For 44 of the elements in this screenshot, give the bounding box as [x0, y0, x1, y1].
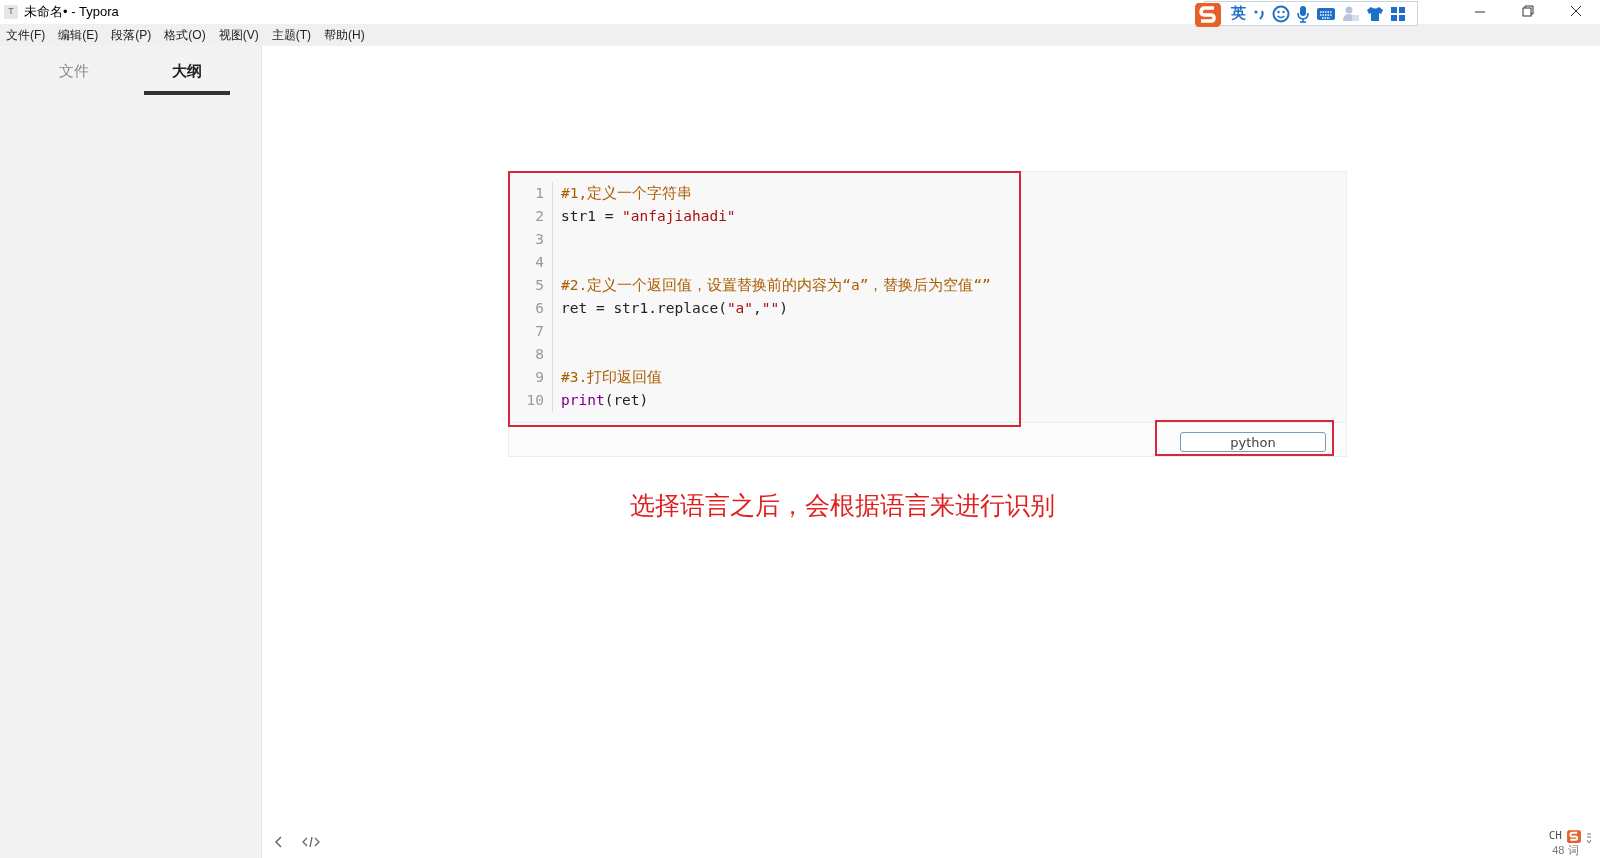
menu-item[interactable]: 格式(O) [164, 26, 206, 44]
restore-icon[interactable] [1522, 5, 1534, 17]
code-block[interactable]: 1 #1,定义一个字符串 2 str1 = "anfajiahadi" 3 4 5 #2.定义一个返回值，设置替换前的内容为“a”，替换后为空值“” 6 ret = str1.replace("a","") 7 8 9 #3.打印返回值 10 print(ret) [508, 171, 1347, 423]
window-title: 未命名• - Typora [24, 3, 119, 22]
logo-icon[interactable] [1566, 827, 1582, 844]
code-line: #1,定义一个字符串 [561, 183, 693, 203]
keyboard-icon[interactable] [1316, 6, 1336, 21]
close-icon[interactable] [1570, 5, 1582, 17]
word-count[interactable]: 48 词 [1552, 844, 1579, 856]
smiley-icon[interactable] [1272, 4, 1290, 23]
line-number: 3 [509, 228, 553, 251]
menu-item[interactable]: 主题(T) [271, 26, 311, 44]
menu-item[interactable]: 编辑(E) [58, 26, 99, 44]
code-line: ret = str1.replace("a","") [561, 298, 788, 318]
expand-icon[interactable] [1586, 831, 1592, 844]
microphone-icon[interactable] [1296, 4, 1310, 23]
code-line: str1 = "anfajiahadi" [561, 206, 736, 226]
logo-icon[interactable] [1193, 0, 1223, 28]
line-number: 1 [509, 182, 553, 205]
code-line: print(ret) [561, 390, 649, 410]
line-number: 8 [509, 343, 553, 366]
line-number: 9 [509, 366, 553, 389]
app-icon: T [4, 5, 18, 19]
grid-icon[interactable] [1390, 5, 1406, 22]
menu-item[interactable]: 文件(F) [6, 26, 46, 44]
ime-language[interactable]: 英 [1231, 2, 1246, 25]
line-number: 7 [509, 320, 553, 343]
menu-item[interactable]: 段落(P) [111, 26, 152, 44]
ime-status[interactable]: CH [1548, 827, 1562, 844]
line-number: 10 [509, 389, 553, 412]
code-line: #3.打印返回值 [561, 367, 663, 387]
line-number: 5 [509, 274, 553, 297]
source-code-icon[interactable] [302, 836, 320, 848]
menu-item[interactable]: 视图(V) [218, 26, 259, 44]
shirt-icon[interactable] [1366, 5, 1384, 22]
line-number: 4 [509, 251, 553, 274]
annotation-text: 选择语言之后，会根据语言来进行识别 [630, 490, 1055, 521]
code-line: #2.定义一个返回值，设置替换前的内容为“a”，替换后为空值“” [561, 275, 991, 295]
menu-item[interactable]: 帮助(H) [324, 26, 365, 44]
line-number: 6 [509, 297, 553, 320]
chevron-left-icon[interactable] [274, 836, 282, 848]
language-field[interactable]: python [1180, 432, 1326, 452]
line-number: 2 [509, 205, 553, 228]
sidebar-tab[interactable]: 大纲 [144, 60, 230, 95]
